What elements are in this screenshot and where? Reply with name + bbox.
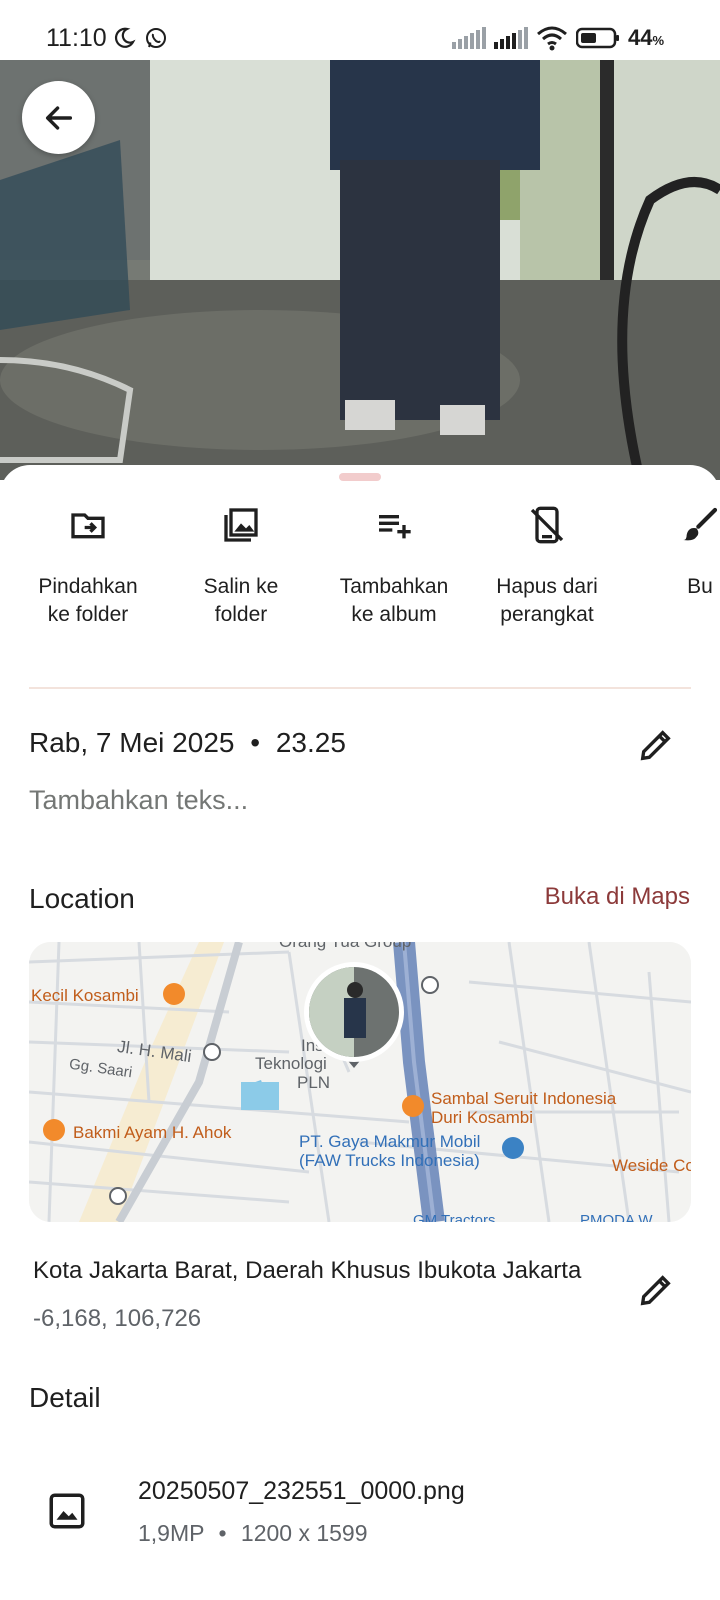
section-divider [29, 687, 691, 689]
file-meta-separator: • [218, 1520, 227, 1546]
move-to-folder-icon [71, 513, 105, 539]
map-label-kecil-kosambi: Kecil Kosambi [31, 986, 139, 1005]
moon-icon [115, 27, 136, 48]
brush-icon [683, 507, 718, 541]
edit-brush-button[interactable]: Bu [625, 505, 720, 601]
add-to-album-button[interactable]: Tambahkan ke album [319, 505, 469, 629]
status-right-group: 44% [451, 24, 664, 52]
map-label-gm-tractors: GM Tractors [413, 1212, 496, 1222]
map-label-gaya-1: PT. Gaya Makmur Mobil [299, 1132, 481, 1151]
file-dimensions: 1200 x 1599 [240, 1520, 368, 1546]
delete-from-device-icon [530, 506, 564, 544]
photo-preview[interactable] [0, 60, 720, 480]
status-bar: 11:10 44% [0, 0, 720, 60]
sheet-drag-handle[interactable] [339, 473, 381, 481]
location-address: Kota Jakarta Barat, Daerah Khusus Ibukot… [33, 1257, 582, 1284]
action-row: Pindahkan ke folder Salin ke folder Tamb… [0, 505, 720, 645]
move-to-folder-label: Pindahkan ke folder [38, 575, 138, 626]
add-caption-input[interactable]: Tambahkan teks... [29, 785, 248, 816]
edit-brush-label: Bu [687, 575, 713, 598]
move-to-folder-button[interactable]: Pindahkan ke folder [13, 505, 163, 629]
signal-icon [451, 27, 486, 49]
date-time: Rab, 7 Mei 2025 • 23.25 [29, 727, 346, 759]
map-label-pmoda: PMODA W [580, 1212, 653, 1222]
location-map[interactable]: Orang Tua Group Kecil Kosambi Jl. H. Mal… [29, 942, 691, 1222]
file-name: 20250507_232551_0000.png [138, 1477, 465, 1505]
map-label-bakmi: Bakmi Ayam H. Ahok [73, 1123, 232, 1142]
file-meta: 1,9MP • 1200 x 1599 [138, 1520, 368, 1547]
delete-from-device-button[interactable]: Hapus dari perangkat [472, 505, 622, 629]
status-time: 11:10 [46, 24, 107, 52]
detail-heading: Detail [29, 1382, 101, 1413]
map-label-gaya-2: (FAW Trucks Indonesia) [299, 1151, 480, 1170]
back-arrow-icon [45, 105, 72, 130]
location-heading: Location [29, 883, 135, 914]
photo-time: 23.25 [275, 727, 346, 758]
copy-to-folder-icon [224, 508, 258, 542]
battery-icon [575, 27, 619, 49]
photo-date: Rab, 7 Mei 2025 [29, 727, 235, 758]
edit-location-icon[interactable] [636, 1270, 676, 1310]
map-label-sambal-1: Sambal Seruit Indonesia [431, 1089, 617, 1108]
add-to-album-label: Tambahkan ke album [339, 575, 449, 626]
add-to-album-icon [379, 515, 411, 539]
copy-to-folder-label: Salin ke folder [203, 575, 279, 626]
date-separator: • [250, 727, 261, 758]
back-button[interactable] [22, 81, 95, 154]
delete-from-device-label: Hapus dari perangkat [496, 575, 598, 626]
map-label-top-street: Orang Tua Group [279, 942, 411, 952]
wifi-icon [536, 26, 567, 51]
open-in-maps-link[interactable]: Buka di Maps [545, 883, 690, 911]
location-coordinates: -6,168, 106,726 [33, 1305, 202, 1332]
image-file-icon [49, 1493, 85, 1529]
battery-percent: 44% [627, 25, 664, 50]
whatsapp-icon [146, 28, 166, 48]
photo-location-pin [304, 962, 404, 1068]
file-megapixels: 1,9MP [138, 1520, 205, 1546]
signal-icon [493, 27, 528, 49]
copy-to-folder-button[interactable]: Salin ke folder [166, 505, 316, 629]
map-label-sambal-2: Duri Kosambi [431, 1108, 534, 1127]
edit-date-icon[interactable] [636, 725, 676, 765]
map-label-weside: Weside Cof [612, 1156, 691, 1175]
info-sheet: Pindahkan ke folder Salin ke folder Tamb… [0, 465, 720, 1600]
photo-image [0, 60, 720, 480]
